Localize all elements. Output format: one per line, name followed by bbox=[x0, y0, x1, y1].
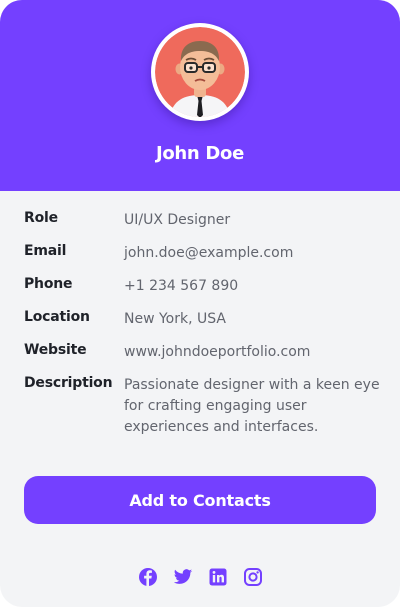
facebook-icon[interactable] bbox=[138, 567, 158, 587]
detail-label: Location bbox=[24, 309, 90, 325]
detail-value: New York, USA bbox=[124, 311, 226, 327]
phone-link[interactable]: +1 234 567 890 bbox=[124, 276, 384, 297]
instagram-icon[interactable] bbox=[243, 567, 263, 587]
detail-value: Passionate designer with a keen eye for … bbox=[124, 377, 380, 435]
profile-name: John Doe bbox=[155, 143, 245, 164]
profile-header: John Doe bbox=[0, 0, 400, 191]
detail-label: Website bbox=[24, 342, 87, 358]
detail-label: Role bbox=[24, 210, 58, 226]
linkedin-icon[interactable] bbox=[208, 567, 228, 587]
profile-card: John Doe Role UI/UX Designer Email john.… bbox=[0, 0, 400, 607]
social-links bbox=[0, 567, 400, 587]
detail-value: UI/UX Designer bbox=[124, 212, 231, 228]
detail-label: Email bbox=[24, 243, 67, 259]
avatar bbox=[151, 23, 249, 121]
detail-label: Phone bbox=[24, 276, 73, 292]
avatar-illustration bbox=[155, 27, 245, 117]
website-link[interactable]: www.johndoeportfolio.com bbox=[124, 342, 384, 363]
add-to-contacts-button[interactable]: Add to Contacts bbox=[24, 476, 376, 524]
email-link[interactable]: john.doe@example.com bbox=[124, 243, 384, 264]
detail-label: Description bbox=[24, 375, 113, 391]
twitter-icon[interactable] bbox=[173, 567, 193, 587]
